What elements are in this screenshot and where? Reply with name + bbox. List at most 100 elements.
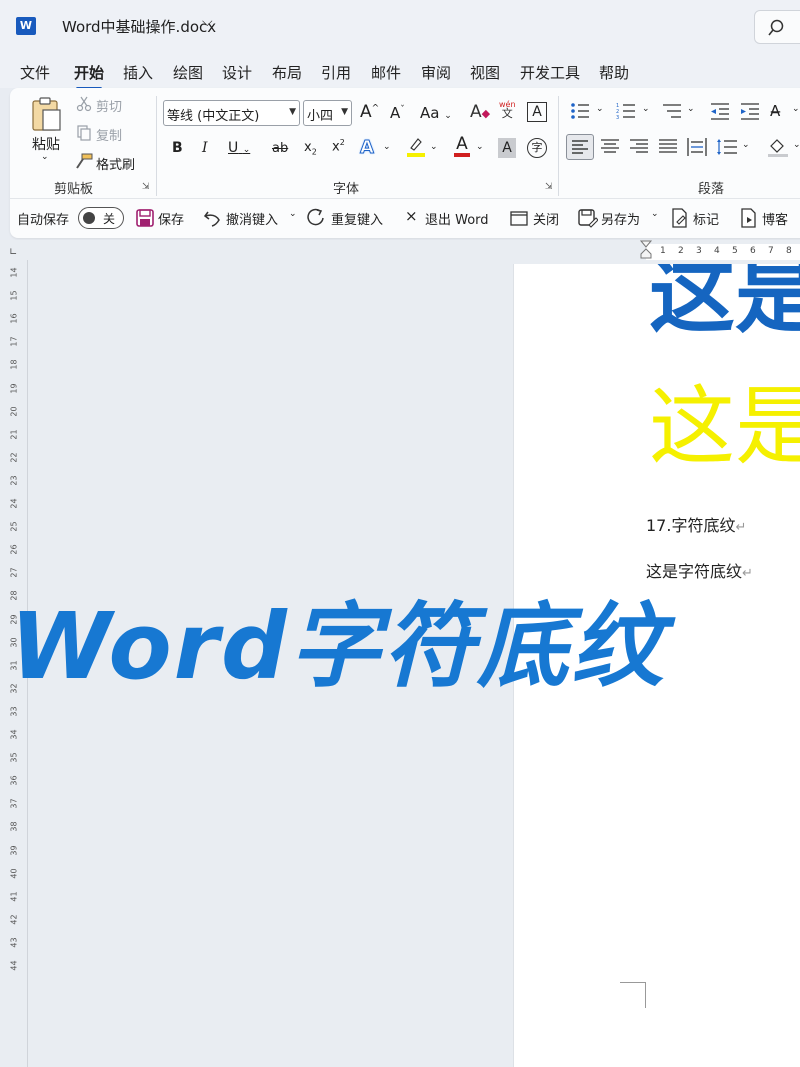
chevron-down-icon[interactable]: ⌄ [596, 104, 604, 114]
decrease-indent-icon[interactable] [710, 102, 730, 120]
save-button[interactable]: 保存 [158, 209, 184, 228]
bold-button[interactable]: B [172, 140, 183, 156]
redo-icon[interactable] [306, 208, 326, 228]
blog-button[interactable]: 博客 [762, 209, 788, 228]
align-right-icon[interactable] [629, 138, 649, 156]
distributed-icon[interactable] [687, 137, 707, 157]
paste-dropdown-chevron-icon[interactable]: ⌄ [41, 152, 49, 162]
autosave-state: 关 [103, 212, 116, 226]
chevron-down-icon[interactable]: ⌄ [383, 142, 391, 152]
tab-developer[interactable]: 开发工具 [520, 62, 580, 83]
chevron-down-icon[interactable]: ⌄ [792, 104, 800, 114]
phonetic-guide-button[interactable]: wén 文 [499, 100, 516, 119]
tab-view[interactable]: 视图 [470, 62, 500, 83]
divider [10, 198, 800, 199]
character-shading-button[interactable]: A [498, 138, 516, 158]
document-title[interactable]: Word中基础操作.docx [62, 16, 216, 37]
chevron-down-icon[interactable]: ⌄ [476, 142, 484, 152]
paragraph-group-label: 段落 [698, 182, 725, 197]
tab-file[interactable]: 文件 [20, 62, 50, 83]
tab-home[interactable]: 开始 [74, 62, 104, 90]
underline-button[interactable]: U ⌄ [228, 140, 250, 156]
highlight-pen-icon[interactable] [406, 136, 426, 158]
font-group-label: 字体 [333, 182, 360, 197]
numbering-icon[interactable]: 1 2 3 [616, 102, 636, 120]
bullets-icon[interactable] [570, 102, 590, 120]
clear-formatting-button[interactable]: A◆ [470, 102, 490, 122]
italic-button[interactable]: I [202, 140, 208, 156]
change-case-button[interactable]: Aa ⌄ [420, 104, 452, 122]
indent-marker-icon[interactable] [639, 240, 653, 264]
font-launcher-icon[interactable]: ⇲ [545, 182, 553, 192]
tab-layout[interactable]: 布局 [272, 62, 302, 83]
ruler-number: 7 [768, 246, 774, 256]
save-icon[interactable] [136, 209, 154, 227]
font-name-select[interactable]: 等线 (中文正文) ▼ [163, 100, 300, 126]
chinese-layout-icon[interactable]: A̶ [770, 102, 780, 120]
shrink-font-button[interactable]: Aˇ [390, 104, 405, 122]
chevron-down-icon[interactable]: ⌄ [430, 142, 438, 152]
enclose-characters-button[interactable]: 字 [527, 138, 547, 158]
mark-icon[interactable] [671, 208, 689, 228]
tab-draw[interactable]: 绘图 [173, 62, 203, 83]
align-center-icon[interactable] [600, 138, 620, 156]
paragraph-shading-icon[interactable] [767, 136, 789, 158]
ruler-number: 21 [9, 429, 19, 440]
ruler-number: 34 [9, 729, 19, 740]
save-as-icon[interactable] [578, 208, 598, 228]
text-effects-button[interactable]: A [360, 137, 375, 159]
justify-icon[interactable] [658, 138, 678, 156]
ruler-number: 38 [9, 821, 19, 832]
exit-word-button[interactable]: 退出 Word [425, 209, 489, 228]
chevron-down-icon: ▼ [289, 107, 296, 117]
ruler-number: 41 [9, 891, 19, 902]
chevron-down-icon[interactable]: ⌄ [289, 209, 297, 219]
ruler-number: 3 [696, 246, 702, 256]
mark-button[interactable]: 标记 [693, 209, 719, 228]
tab-mailings[interactable]: 邮件 [371, 62, 401, 83]
chevron-down-icon[interactable]: ⌵ [202, 14, 213, 30]
strikethrough-button[interactable]: ab [272, 141, 288, 156]
character-border-button[interactable]: A [527, 102, 547, 122]
align-left-button[interactable] [566, 134, 594, 160]
undo-button[interactable]: 撤消键入 [226, 209, 278, 228]
line-spacing-icon[interactable] [716, 138, 738, 156]
subscript-button[interactable]: x2 [304, 140, 317, 157]
multilevel-list-icon[interactable] [662, 102, 682, 120]
format-painter-button[interactable]: 格式刷 [96, 154, 135, 173]
tab-references[interactable]: 引用 [321, 62, 351, 83]
autosave-toggle[interactable]: 关 [78, 207, 124, 229]
redo-button[interactable]: 重复键入 [331, 209, 383, 228]
chevron-down-icon[interactable]: ⌄ [651, 209, 659, 219]
ruler-number: 42 [9, 914, 19, 925]
blog-icon[interactable] [740, 208, 758, 228]
ruler-number: 2 [678, 246, 684, 256]
grow-font-button[interactable]: A^ [360, 102, 379, 122]
increase-indent-icon[interactable] [740, 102, 760, 120]
save-as-button[interactable]: 另存为 [601, 209, 640, 228]
chevron-down-icon[interactable]: ⌄ [642, 104, 650, 114]
superscript-button[interactable]: x2 [332, 138, 345, 154]
font-color-button[interactable]: A [454, 135, 470, 157]
copy-button[interactable]: 复制 [96, 125, 122, 144]
chevron-down-icon[interactable]: ⌄ [793, 140, 800, 150]
cut-button[interactable]: 剪切 [96, 96, 122, 115]
paste-icon[interactable] [30, 96, 62, 132]
tab-design[interactable]: 设计 [222, 62, 252, 83]
paste-label[interactable]: 粘贴 [32, 134, 60, 154]
tab-insert[interactable]: 插入 [123, 62, 153, 83]
close-icon[interactable]: × [405, 207, 418, 225]
tab-help[interactable]: 帮助 [599, 62, 629, 83]
chevron-down-icon[interactable]: ⌄ [742, 140, 750, 150]
clipboard-launcher-icon[interactable]: ⇲ [142, 182, 150, 192]
horizontal-ruler[interactable]: 1 2 3 4 5 6 7 8 [28, 240, 800, 264]
font-size-select[interactable]: 小四 ▼ [303, 100, 352, 126]
undo-icon[interactable] [203, 208, 223, 228]
close-button[interactable]: 关闭 [533, 209, 559, 228]
tab-selector-icon[interactable]: ∟ [9, 247, 17, 258]
page-corner-mark [620, 982, 646, 1008]
close-document-icon[interactable] [510, 209, 528, 227]
search-box[interactable] [754, 10, 800, 44]
tab-review[interactable]: 审阅 [421, 62, 451, 83]
chevron-down-icon[interactable]: ⌄ [687, 104, 695, 114]
